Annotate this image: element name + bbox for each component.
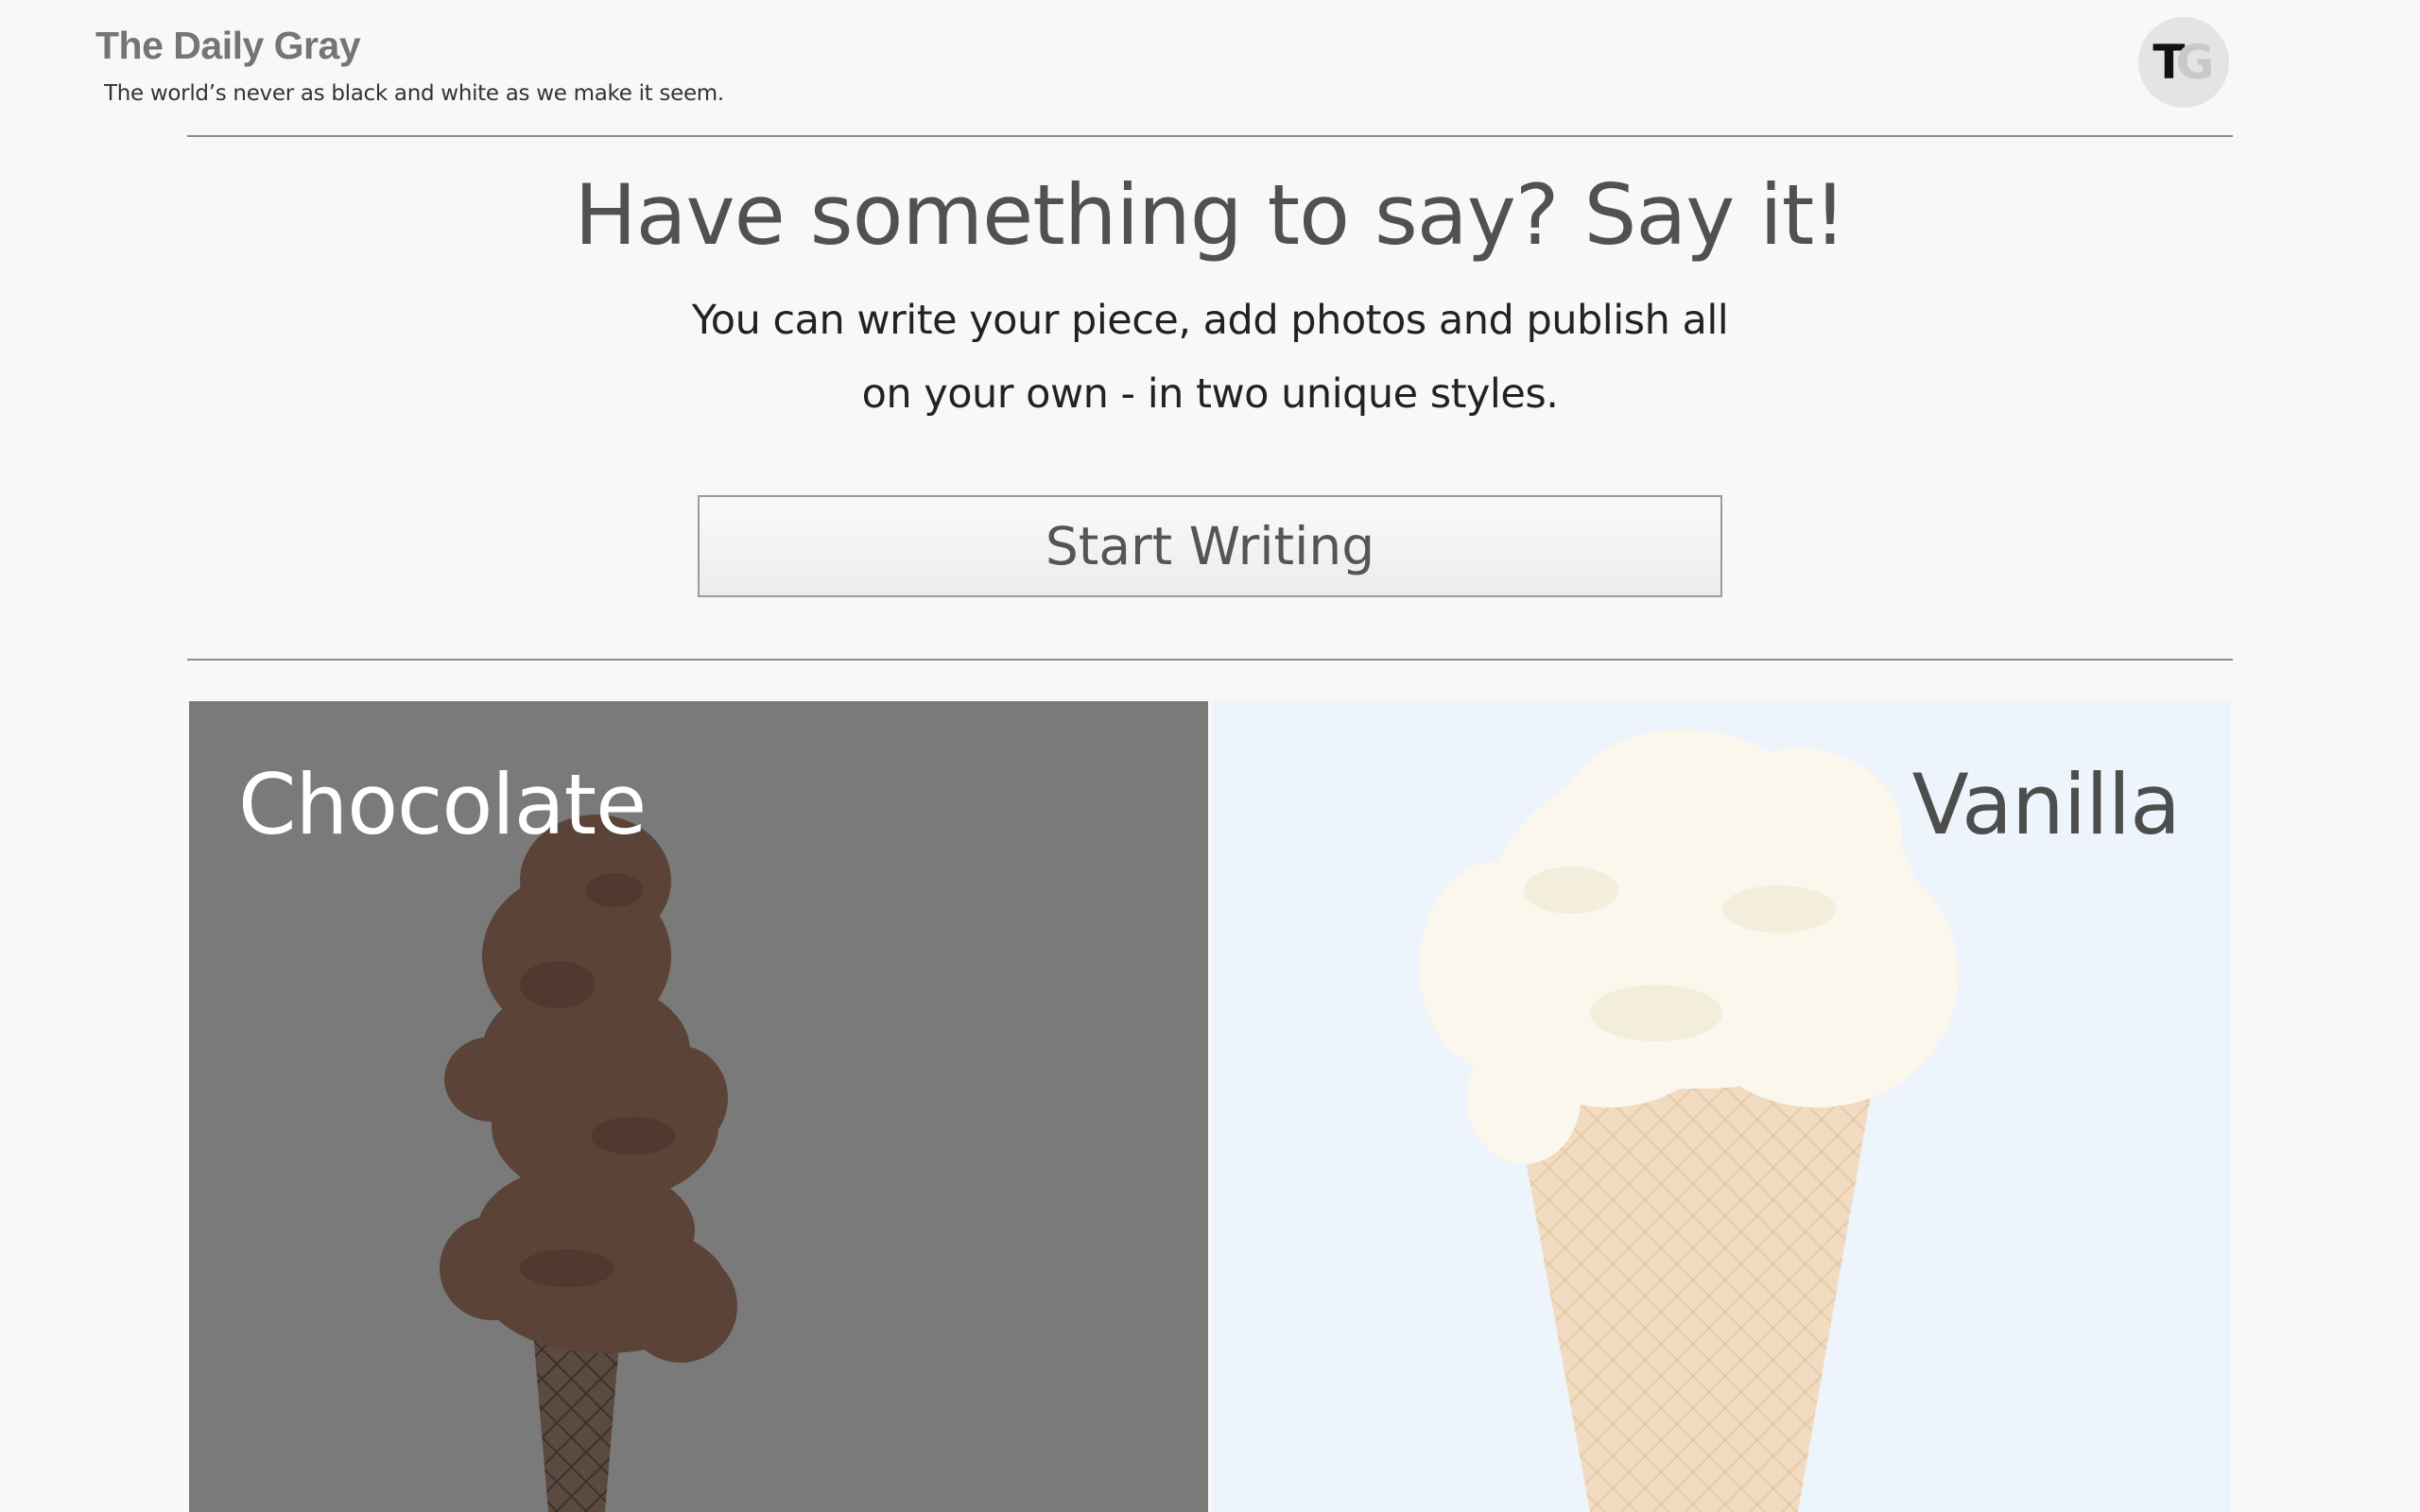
chocolate-style-label: Chocolate (238, 756, 647, 853)
section-divider (187, 659, 2233, 661)
site-title[interactable]: The Daily Gray (95, 19, 724, 72)
chocolate-style-card[interactable]: Chocolate (189, 701, 1208, 1512)
hero-title: Have something to say? Say it! (574, 166, 1846, 264)
page: The Daily Gray The world’s never as blac… (0, 0, 2420, 1512)
avatar-letter-g: G (2175, 35, 2215, 90)
brand: The Daily Gray The world’s never as blac… (95, 19, 724, 106)
site-tagline: The world’s never as black and white as … (104, 81, 724, 106)
vanilla-style-card[interactable]: Vanilla (1212, 701, 2231, 1512)
user-avatar[interactable]: TG (2138, 17, 2229, 108)
hero-subtitle-line-2: on your own - in two unique styles. (861, 370, 1559, 418)
start-writing-button[interactable]: Start Writing (698, 495, 1722, 597)
vanilla-style-label: Vanilla (1911, 756, 2181, 853)
hero-subtitle-line-1: You can write your piece, add photos and… (691, 297, 1729, 344)
header-divider (187, 135, 2233, 137)
